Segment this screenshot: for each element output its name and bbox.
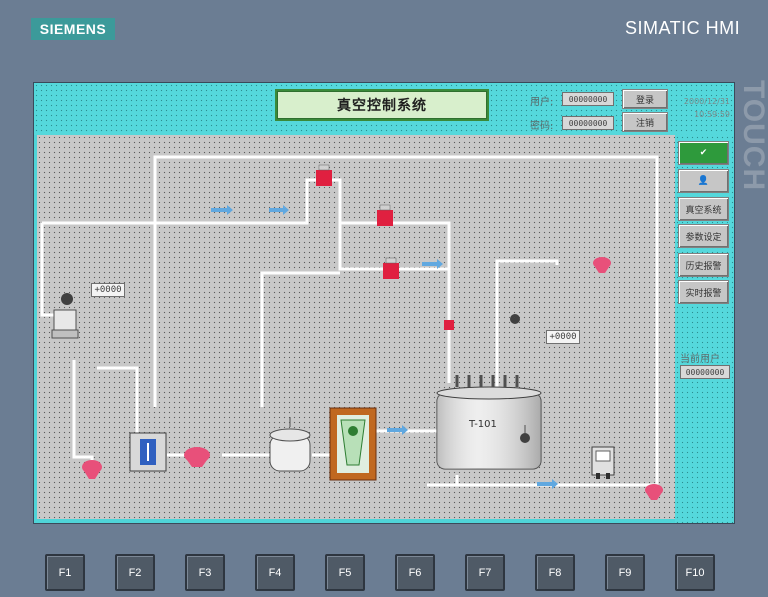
flow-arrow (387, 425, 408, 435)
pipe-upper-branch (42, 213, 309, 225)
header-band: 真空控制系统 用户: 00000000 登录 密码: 00000000 注销 2… (34, 83, 734, 135)
f2-key[interactable]: F2 (115, 554, 155, 591)
collector-tank (129, 432, 167, 472)
pump-right-bottom[interactable] (645, 484, 663, 500)
flow-arrow (269, 205, 289, 215)
f7-key[interactable]: F7 (465, 554, 505, 591)
f6-key[interactable]: F6 (395, 554, 435, 591)
f10-key[interactable]: F10 (675, 554, 715, 591)
pipe-right-down (323, 178, 451, 317)
navigation-panel: ✔ 👤 真空系统 参数设定 历史报警 实时报警 当前用户 00000000 (675, 135, 734, 523)
pipe-pump-left (72, 360, 94, 465)
current-user-field: 00000000 (680, 365, 730, 379)
current-user-label: 当前用户 (680, 354, 720, 365)
title-frame: 真空控制系统 (275, 89, 489, 121)
f9-key[interactable]: F9 (605, 554, 645, 591)
nav-history-alarms[interactable]: 历史报警 (678, 253, 729, 277)
logout-button[interactable]: 注销 (622, 112, 668, 132)
hmi-screen: 真空控制系统 用户: 00000000 登录 密码: 00000000 注销 2… (33, 82, 735, 524)
tank-t101: T-101 (436, 375, 542, 470)
date-display: 2000/12/31 (683, 97, 730, 106)
process-svg: T-101 (40, 155, 663, 500)
process-diagram: T-101 +0000 +0000 (37, 135, 675, 519)
siemens-logo: SIEMENS (31, 18, 115, 40)
nav-live-alarms[interactable]: 实时报警 (678, 280, 729, 304)
pump-middle[interactable] (184, 447, 210, 467)
pump-right-top[interactable] (593, 257, 611, 273)
person-icon: 👤 (697, 176, 710, 186)
f5-key[interactable]: F5 (325, 554, 365, 591)
check-icon: ✔ (699, 148, 708, 158)
f1-key[interactable]: F1 (45, 554, 85, 591)
f3-key[interactable]: F3 (185, 554, 225, 591)
user-label: 用户: (530, 97, 554, 108)
user-field[interactable]: 00000000 (562, 92, 614, 106)
valve-top[interactable] (316, 164, 332, 186)
login-button[interactable]: 登录 (622, 89, 668, 109)
password-field[interactable]: 00000000 (562, 116, 614, 130)
pipe-left-to-collector (97, 366, 139, 435)
f8-key[interactable]: F8 (535, 554, 575, 591)
page-title: 真空控制系统 (277, 91, 487, 119)
control-box (591, 446, 615, 479)
pipe-top-loop (153, 155, 659, 487)
pipe-left-vertical (40, 223, 57, 317)
pump-left[interactable] (82, 460, 102, 479)
valve-right-line[interactable] (444, 320, 454, 330)
time-display: 10:59:59 (694, 110, 730, 119)
flow-arrow (211, 205, 233, 215)
separator-cabinet (329, 407, 377, 481)
gauge-icon (510, 314, 520, 324)
buffer-vessel (269, 417, 311, 472)
nav-vacuum-system[interactable]: 真空系统 (678, 197, 729, 221)
user-button[interactable]: 👤 (678, 169, 729, 193)
check-button[interactable]: ✔ (678, 141, 729, 165)
date-time: 2000/12/31 10:59:59 (674, 95, 730, 121)
nav-parameters[interactable]: 参数设定 (678, 224, 729, 248)
pipe-to-right-pump (495, 259, 559, 390)
touch-label: TOUCH (737, 80, 768, 192)
valve-middle-upper[interactable] (377, 204, 393, 226)
product-label: SIMATIC HMI (625, 18, 741, 38)
pipe-to-vessel (260, 271, 340, 407)
f4-key[interactable]: F4 (255, 554, 295, 591)
valve-middle-lower[interactable] (383, 257, 399, 279)
tank-label: T-101 (468, 419, 497, 430)
io-field-left[interactable]: +0000 (91, 283, 125, 297)
flow-arrow (537, 479, 558, 489)
pressure-gauge-left (51, 293, 79, 339)
password-label: 密码: (530, 121, 554, 132)
io-field-right[interactable]: +0000 (546, 330, 580, 344)
